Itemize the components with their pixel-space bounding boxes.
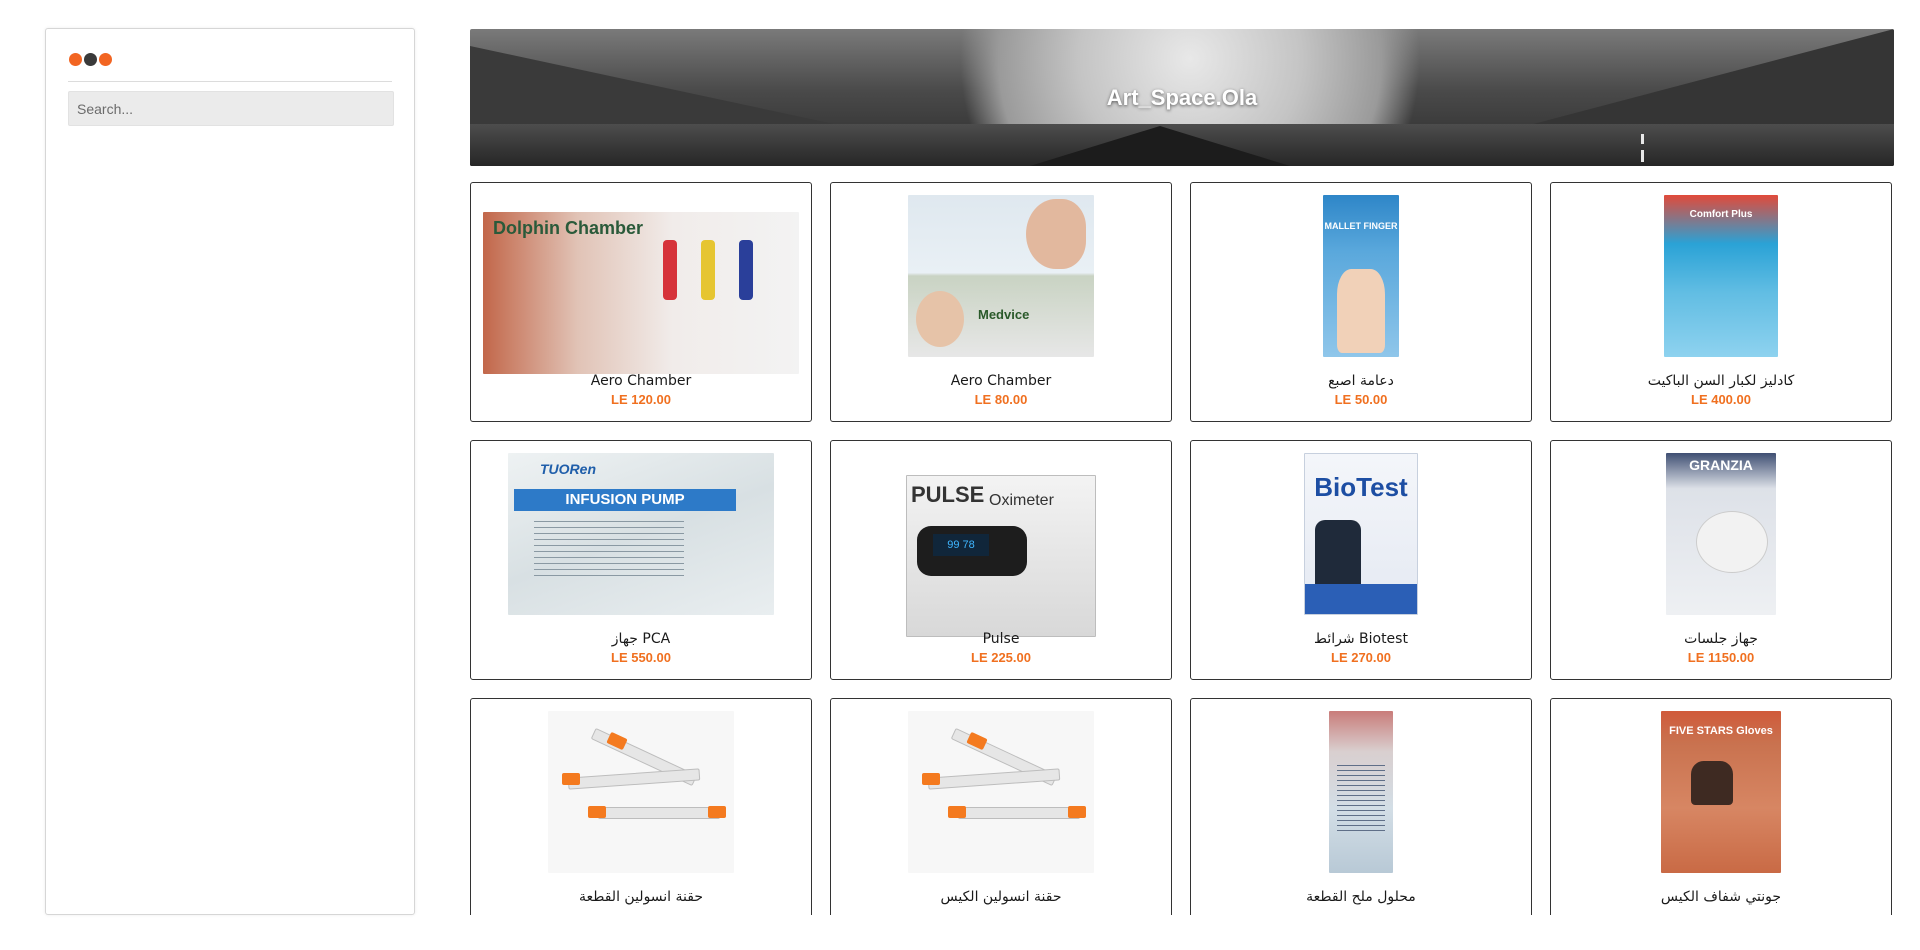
product-card[interactable]: BioTest شرائط Biotest LE 270.00 <box>1190 440 1532 680</box>
image-text: GRANZIA <box>1689 457 1753 473</box>
image-device <box>1696 511 1768 573</box>
product-card[interactable]: FIVE STARS Gloves جونتي شفاف الكيس <box>1550 698 1892 915</box>
product-card[interactable]: حقنة انسولين الكيس <box>830 698 1172 915</box>
lane-mark <box>1641 134 1644 144</box>
search-input[interactable] <box>68 91 394 126</box>
product-name[interactable]: جهاز PCA <box>471 631 811 647</box>
image-hand <box>1337 269 1385 353</box>
product-image: Medvice <box>908 195 1094 357</box>
product-name[interactable]: Aero Chamber <box>471 373 811 389</box>
product-name[interactable]: حقنة انسولين الكيس <box>831 889 1171 905</box>
product-image: TUORen INFUSION PUMP <box>508 453 774 615</box>
product-price: LE 270.00 <box>1331 650 1391 665</box>
product-image: FIVE STARS Gloves <box>1661 711 1781 873</box>
syringe <box>958 807 1080 819</box>
product-image: Dolphin Chamber <box>483 212 799 374</box>
product-image <box>1329 711 1393 873</box>
syringe-cap <box>588 806 606 818</box>
product-name[interactable]: جهاز جلسات <box>1551 631 1891 647</box>
product-price: LE 400.00 <box>1691 392 1751 407</box>
syringe-cap <box>562 773 580 785</box>
sidebar-divider <box>68 81 392 82</box>
road <box>1030 126 1290 166</box>
product-price: LE 50.00 <box>1334 392 1388 407</box>
image-text: Medvice <box>978 307 1030 322</box>
product-name[interactable]: Aero Chamber <box>831 373 1171 389</box>
image-text: BioTest <box>1314 472 1408 502</box>
product-grid-container: Dolphin Chamber Aero Chamber LE 120.00 M… <box>470 182 1896 915</box>
product-name[interactable]: جونتي شفاف الكيس <box>1551 889 1891 905</box>
product-name[interactable]: محلول ملح القطعة <box>1191 889 1531 905</box>
syringe-cap <box>1068 806 1086 818</box>
image-subtext: Oximeter <box>989 492 1054 509</box>
product-image: MALLET FINGER <box>1323 195 1399 357</box>
image-text: Dolphin Chamber <box>493 218 644 238</box>
product-name[interactable]: شرائط Biotest <box>1191 631 1531 647</box>
product-price: LE 1150.00 <box>1687 650 1755 665</box>
product-name[interactable]: حقنة انسولين القطعة <box>471 889 811 905</box>
product-card[interactable]: PULSE Oximeter 99 78 Pulse LE 225.00 <box>830 440 1172 680</box>
store-title: Art_Space.Ola <box>1106 85 1258 110</box>
product-grid: Dolphin Chamber Aero Chamber LE 120.00 M… <box>470 182 1896 915</box>
image-lines <box>534 521 684 581</box>
dot-icon <box>99 53 112 66</box>
sidebar <box>45 28 415 915</box>
product-image <box>908 711 1094 873</box>
image-text: Comfort Plus <box>1689 209 1753 220</box>
dot-icon <box>84 53 97 66</box>
product-card[interactable]: Medvice Aero Chamber LE 80.00 <box>830 182 1172 422</box>
image-text: MALLET FINGER <box>1324 221 1398 231</box>
product-name[interactable]: دعامة اصبع <box>1191 373 1531 389</box>
product-card[interactable]: GRANZIA جهاز جلسات LE 1150.00 <box>1550 440 1892 680</box>
image-stripe <box>1305 584 1417 614</box>
image-text: FIVE STARS Gloves <box>1669 725 1773 737</box>
product-card[interactable]: TUORen INFUSION PUMP جهاز PCA LE 550.00 <box>470 440 812 680</box>
product-image: GRANZIA <box>1666 453 1776 615</box>
product-price: LE 120.00 <box>611 392 671 407</box>
syringe <box>598 807 720 819</box>
vial-yellow <box>701 240 715 300</box>
product-price: LE 225.00 <box>971 650 1031 665</box>
syringe-cap <box>708 806 726 818</box>
window-dots <box>69 53 112 66</box>
product-name[interactable]: كادليز لكبار السن الباكيت <box>1551 373 1891 389</box>
image-brand: TUORen <box>540 461 596 477</box>
product-card[interactable]: MALLET FINGER دعامة اصبع LE 50.00 <box>1190 182 1532 422</box>
hero-banner: Art_Space.Ola <box>470 29 1894 166</box>
product-price: LE 550.00 <box>611 650 671 665</box>
image-hand <box>1691 761 1733 805</box>
image-text: PULSE <box>911 482 985 507</box>
product-card[interactable]: Comfort Plus كادليز لكبار السن الباكيت L… <box>1550 182 1892 422</box>
image-screen: 99 78 <box>933 534 989 556</box>
product-price: LE 80.00 <box>974 392 1028 407</box>
product-card[interactable]: حقنة انسولين القطعة <box>470 698 812 915</box>
product-image: BioTest <box>1304 453 1418 615</box>
product-image: PULSE Oximeter 99 78 <box>906 475 1096 637</box>
dot-icon <box>69 53 82 66</box>
syringe <box>927 768 1061 790</box>
image-text: INFUSION PUMP <box>514 489 736 511</box>
product-card[interactable]: Dolphin Chamber Aero Chamber LE 120.00 <box>470 182 812 422</box>
product-card[interactable]: محلول ملح القطعة <box>1190 698 1532 915</box>
image-child <box>916 291 964 347</box>
syringe-cap <box>922 773 940 785</box>
syringe-cap <box>948 806 966 818</box>
product-name[interactable]: Pulse <box>831 631 1171 647</box>
image-label <box>1337 765 1385 835</box>
image-face <box>1026 199 1086 269</box>
vial-red <box>663 240 677 300</box>
product-image <box>548 711 734 873</box>
lane-mark <box>1641 150 1644 162</box>
product-image: Comfort Plus <box>1664 195 1778 357</box>
syringe <box>567 768 701 790</box>
vial-blue <box>739 240 753 300</box>
